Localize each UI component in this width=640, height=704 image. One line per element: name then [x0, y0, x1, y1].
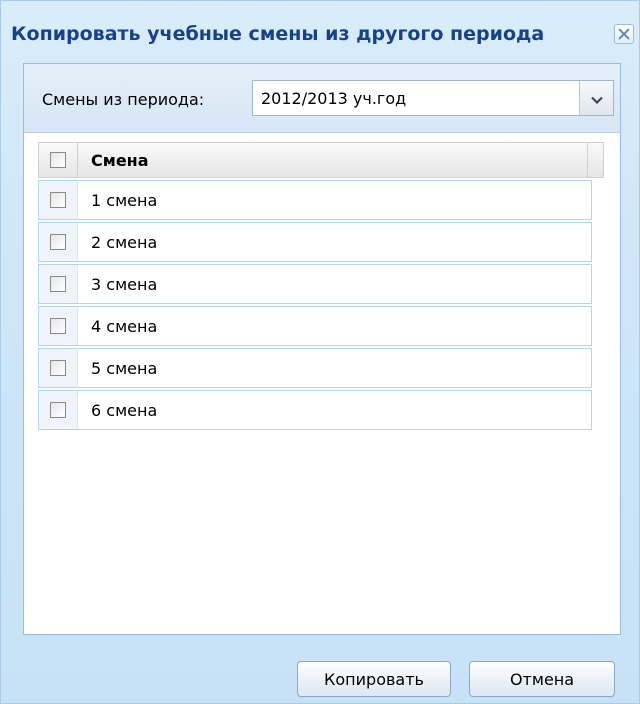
row-label: 3 смена	[91, 275, 158, 294]
period-select-value: 2012/2013 уч.год	[261, 89, 407, 108]
table-row[interactable]: 2 смена	[38, 222, 592, 262]
row-checkbox[interactable]	[50, 318, 66, 334]
row-check-cell	[39, 349, 78, 387]
row-label: 1 смена	[91, 191, 158, 210]
period-filter-bar: Смены из периода: 2012/2013 уч.год	[24, 64, 620, 133]
row-label: 2 смена	[91, 233, 158, 252]
row-check-cell	[39, 265, 78, 303]
shifts-panel: Смены из периода: 2012/2013 уч.год Смена	[23, 63, 621, 635]
copy-button[interactable]: Копировать	[297, 661, 451, 697]
close-button[interactable]	[614, 24, 634, 44]
grid-rows: 1 смена 2 смена 3 смена 4 смена 5 смена …	[38, 180, 592, 432]
row-check-cell	[39, 307, 78, 345]
row-label: 6 смена	[91, 401, 158, 420]
row-check-cell	[39, 391, 78, 429]
table-row[interactable]: 4 смена	[38, 306, 592, 346]
select-all-checkbox[interactable]	[50, 152, 66, 168]
copy-shifts-dialog: Копировать учебные смены из другого пери…	[0, 0, 640, 704]
row-checkbox[interactable]	[50, 234, 66, 250]
row-checkbox[interactable]	[50, 402, 66, 418]
period-select[interactable]: 2012/2013 уч.год	[252, 80, 614, 116]
row-checkbox[interactable]	[50, 276, 66, 292]
table-row[interactable]: 1 смена	[38, 180, 592, 220]
dialog-title: Копировать учебные смены из другого пери…	[11, 23, 545, 45]
row-label: 4 смена	[91, 317, 158, 336]
column-header-shift[interactable]: Смена	[91, 151, 149, 170]
row-checkbox[interactable]	[50, 192, 66, 208]
period-select-trigger[interactable]	[579, 81, 613, 115]
row-checkbox[interactable]	[50, 360, 66, 376]
row-check-cell	[39, 181, 78, 219]
table-row[interactable]: 5 смена	[38, 348, 592, 388]
table-row[interactable]: 6 смена	[38, 390, 592, 430]
row-check-cell	[39, 223, 78, 261]
close-icon	[618, 28, 630, 40]
period-label: Смены из периода:	[42, 90, 205, 109]
row-label: 5 смена	[91, 359, 158, 378]
select-all-cell	[39, 143, 78, 177]
cancel-button[interactable]: Отмена	[469, 661, 615, 697]
chevron-down-icon	[590, 89, 603, 108]
column-separator	[587, 143, 588, 177]
shifts-grid: Смена 1 смена 2 смена 3 смена 4 смена 5 …	[38, 142, 604, 494]
table-row[interactable]: 3 смена	[38, 264, 592, 304]
grid-header: Смена	[38, 142, 604, 178]
